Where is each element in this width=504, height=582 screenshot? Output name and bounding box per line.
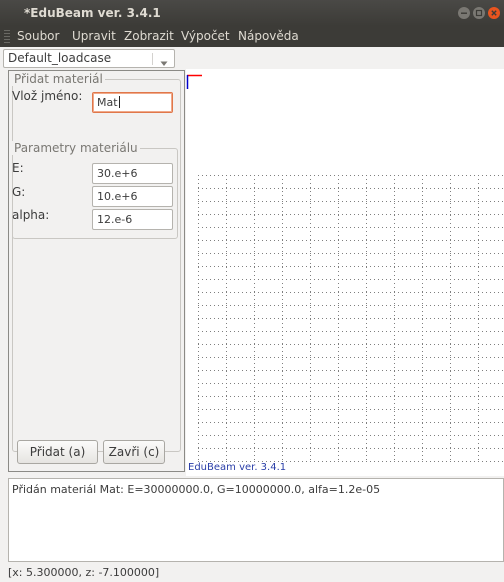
close-window-icon[interactable] [488,7,500,19]
add-material-group [12,79,181,452]
add-button[interactable]: Přidat (a) [17,440,98,464]
text-caret [118,96,120,108]
drawing-canvas[interactable]: EduBeam ver. 3.4.1 [186,69,504,476]
material-params-title: Parametry materiálu [12,141,140,155]
add-material-panel: Přidat materiál Vlož jméno: Mat Parametr… [8,70,185,472]
cursor-coordinates: [x: 5.300000, z: -7.100000] [8,566,160,579]
message-log[interactable]: Přidán materiál Mat: E=30000000.0, G=100… [8,478,504,562]
e-modulus-value: 30.e+6 [97,167,138,180]
add-material-group-title: Přidat materiál [12,72,105,86]
menu-zobrazit[interactable]: Zobrazit [124,29,174,43]
g-modulus-input[interactable]: 10.e+6 [92,186,173,207]
grid-lines [198,175,504,462]
chevron-down-icon [160,56,168,70]
name-label: Vlož jméno: [12,89,83,103]
maximize-icon[interactable] [473,7,485,19]
menu-bar: Soubor Upravit Zobrazit Výpočet Nápověda [0,26,504,47]
minimize-icon[interactable] [458,7,470,19]
e-modulus-input[interactable]: 30.e+6 [92,163,173,184]
e-label: E: [12,161,24,175]
title-bar: *EduBeam ver. 3.4.1 [0,0,504,26]
menubar-grip-handle[interactable] [4,30,10,43]
close-button[interactable]: Zavři (c) [103,440,165,464]
loadcase-select[interactable]: Default_loadcase [3,49,175,68]
menu-vypocet[interactable]: Výpočet [181,29,230,43]
g-label: G: [12,185,26,199]
alpha-input[interactable]: 12.e-6 [92,209,173,230]
combo-separator [152,53,153,65]
canvas-version-label: EduBeam ver. 3.4.1 [188,462,287,473]
g-modulus-value: 10.e+6 [97,190,138,203]
loadcase-value: Default_loadcase [8,51,112,65]
material-name-input[interactable]: Mat [92,92,173,113]
window-title: *EduBeam ver. 3.4.1 [24,6,161,20]
material-name-value: Mat [97,96,118,109]
canvas-grid [186,74,504,462]
toolbar: Default_loadcase [0,47,504,69]
menu-soubor[interactable]: Soubor [17,29,59,43]
menu-napoveda[interactable]: Nápověda [238,29,299,43]
status-bar: [x: 5.300000, z: -7.100000] [0,563,504,582]
alpha-value: 12.e-6 [97,213,133,226]
alpha-label: alpha: [12,208,50,222]
log-line: Přidán materiál Mat: E=30000000.0, G=100… [12,483,381,496]
menu-upravit[interactable]: Upravit [72,29,116,43]
